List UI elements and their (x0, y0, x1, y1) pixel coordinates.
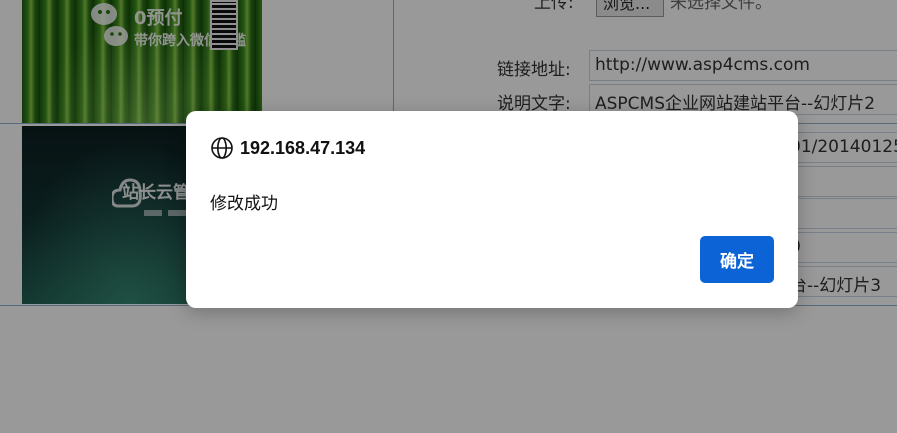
dialog-message: 修改成功 (210, 194, 278, 214)
globe-icon (211, 137, 233, 159)
alert-dialog: 192.168.47.134 修改成功 确定 (186, 111, 798, 308)
dialog-header: 192.168.47.134 (210, 135, 365, 161)
dialog-origin: 192.168.47.134 (240, 137, 366, 158)
ok-button[interactable]: 确定 (700, 236, 774, 283)
